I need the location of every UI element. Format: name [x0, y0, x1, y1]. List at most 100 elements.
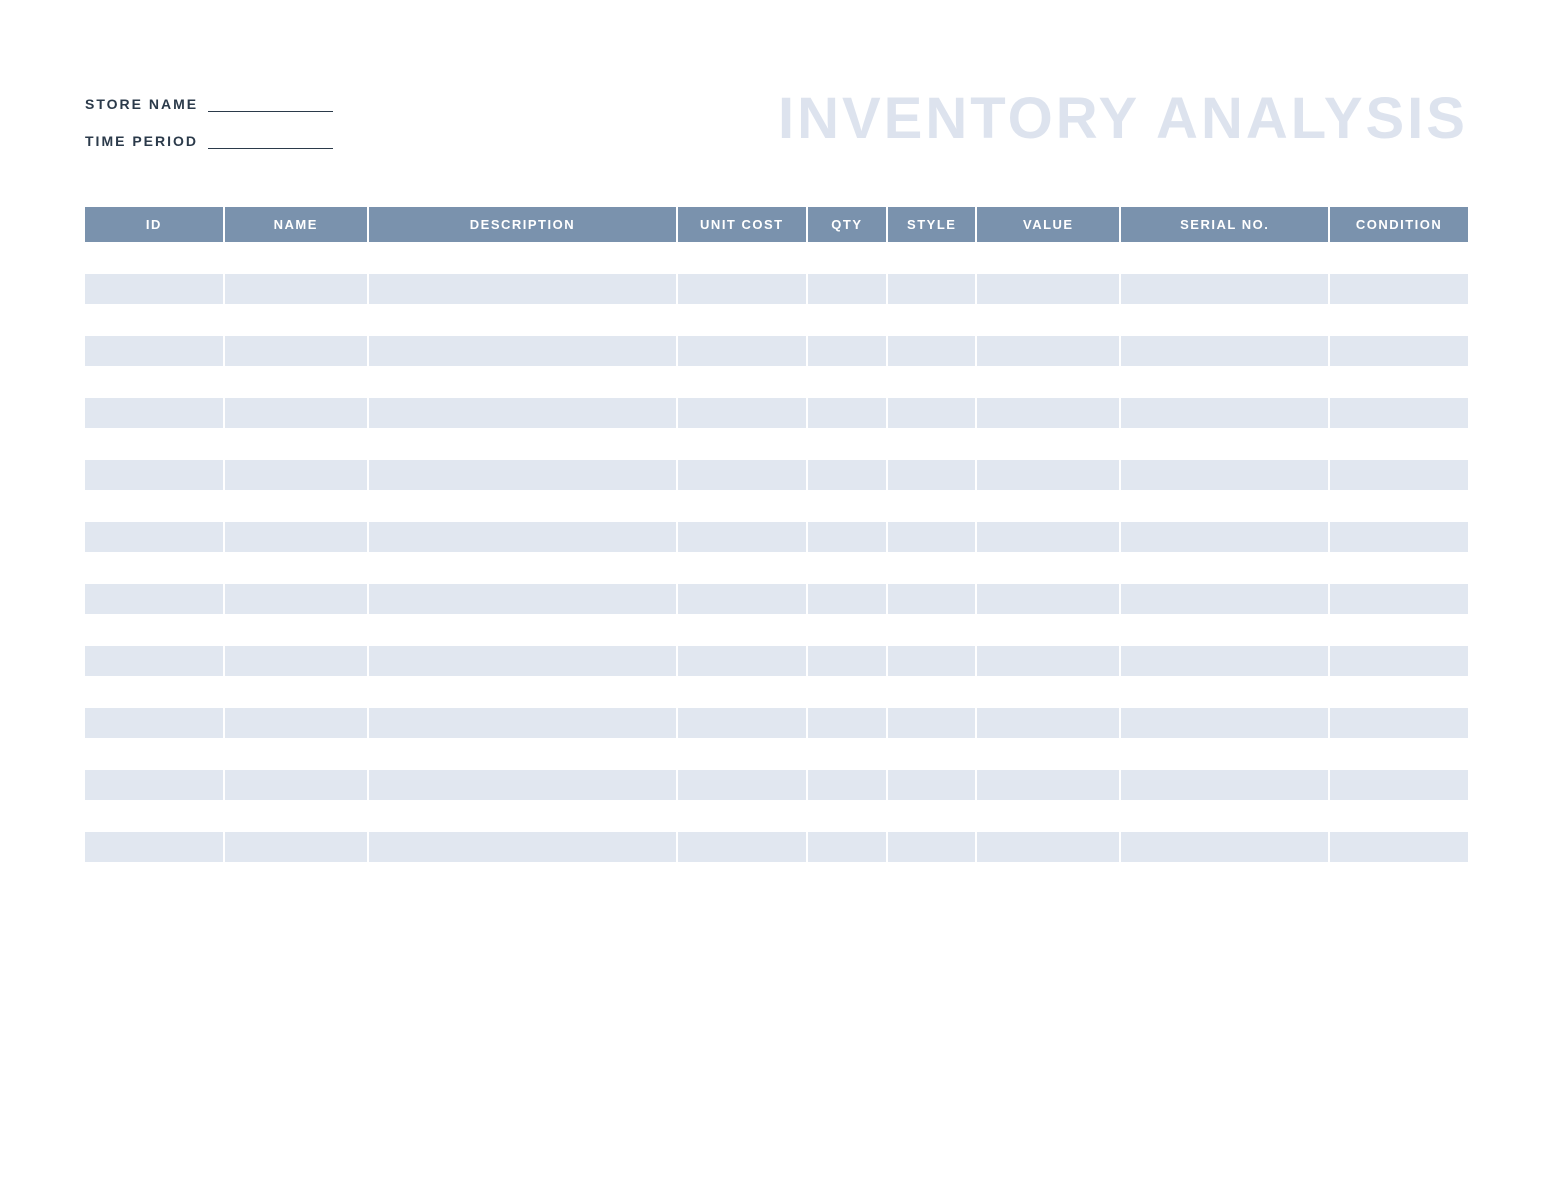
cell-name[interactable] [224, 428, 368, 459]
cell-unit_cost[interactable] [677, 242, 807, 273]
cell-serial_no[interactable] [1120, 645, 1329, 676]
cell-condition[interactable] [1329, 738, 1468, 769]
cell-unit_cost[interactable] [677, 366, 807, 397]
cell-value[interactable] [976, 707, 1120, 738]
cell-unit_cost[interactable] [677, 707, 807, 738]
cell-condition[interactable] [1329, 273, 1468, 304]
cell-condition[interactable] [1329, 459, 1468, 490]
cell-name[interactable] [224, 707, 368, 738]
cell-condition[interactable] [1329, 335, 1468, 366]
cell-unit_cost[interactable] [677, 304, 807, 335]
cell-unit_cost[interactable] [677, 428, 807, 459]
cell-id[interactable] [85, 862, 224, 893]
cell-description[interactable] [368, 831, 677, 862]
cell-unit_cost[interactable] [677, 769, 807, 800]
cell-unit_cost[interactable] [677, 862, 807, 893]
cell-serial_no[interactable] [1120, 676, 1329, 707]
cell-qty[interactable] [807, 304, 888, 335]
cell-condition[interactable] [1329, 366, 1468, 397]
cell-style[interactable] [887, 707, 976, 738]
cell-style[interactable] [887, 335, 976, 366]
cell-style[interactable] [887, 552, 976, 583]
cell-serial_no[interactable] [1120, 490, 1329, 521]
cell-style[interactable] [887, 676, 976, 707]
cell-serial_no[interactable] [1120, 335, 1329, 366]
cell-style[interactable] [887, 769, 976, 800]
cell-unit_cost[interactable] [677, 397, 807, 428]
cell-style[interactable] [887, 614, 976, 645]
cell-serial_no[interactable] [1120, 552, 1329, 583]
cell-description[interactable] [368, 397, 677, 428]
cell-description[interactable] [368, 862, 677, 893]
cell-serial_no[interactable] [1120, 831, 1329, 862]
cell-name[interactable] [224, 273, 368, 304]
cell-description[interactable] [368, 521, 677, 552]
cell-name[interactable] [224, 366, 368, 397]
cell-unit_cost[interactable] [677, 459, 807, 490]
cell-unit_cost[interactable] [677, 676, 807, 707]
cell-value[interactable] [976, 583, 1120, 614]
cell-name[interactable] [224, 769, 368, 800]
cell-serial_no[interactable] [1120, 273, 1329, 304]
cell-condition[interactable] [1329, 800, 1468, 831]
cell-description[interactable] [368, 676, 677, 707]
cell-unit_cost[interactable] [677, 800, 807, 831]
cell-value[interactable] [976, 335, 1120, 366]
cell-style[interactable] [887, 645, 976, 676]
time-period-input[interactable] [208, 130, 333, 149]
cell-id[interactable] [85, 459, 224, 490]
cell-unit_cost[interactable] [677, 273, 807, 304]
cell-unit_cost[interactable] [677, 521, 807, 552]
cell-description[interactable] [368, 490, 677, 521]
cell-value[interactable] [976, 769, 1120, 800]
cell-condition[interactable] [1329, 614, 1468, 645]
cell-description[interactable] [368, 614, 677, 645]
cell-qty[interactable] [807, 366, 888, 397]
cell-description[interactable] [368, 769, 677, 800]
cell-value[interactable] [976, 397, 1120, 428]
cell-name[interactable] [224, 800, 368, 831]
cell-unit_cost[interactable] [677, 335, 807, 366]
cell-serial_no[interactable] [1120, 862, 1329, 893]
cell-id[interactable] [85, 242, 224, 273]
cell-qty[interactable] [807, 273, 888, 304]
cell-serial_no[interactable] [1120, 397, 1329, 428]
cell-condition[interactable] [1329, 676, 1468, 707]
cell-unit_cost[interactable] [677, 614, 807, 645]
cell-id[interactable] [85, 614, 224, 645]
cell-condition[interactable] [1329, 831, 1468, 862]
cell-condition[interactable] [1329, 552, 1468, 583]
cell-serial_no[interactable] [1120, 614, 1329, 645]
cell-style[interactable] [887, 242, 976, 273]
cell-condition[interactable] [1329, 490, 1468, 521]
cell-unit_cost[interactable] [677, 490, 807, 521]
cell-name[interactable] [224, 676, 368, 707]
cell-qty[interactable] [807, 645, 888, 676]
cell-qty[interactable] [807, 583, 888, 614]
cell-name[interactable] [224, 738, 368, 769]
cell-value[interactable] [976, 831, 1120, 862]
cell-condition[interactable] [1329, 769, 1468, 800]
cell-qty[interactable] [807, 769, 888, 800]
cell-description[interactable] [368, 335, 677, 366]
cell-id[interactable] [85, 521, 224, 552]
cell-value[interactable] [976, 676, 1120, 707]
cell-serial_no[interactable] [1120, 304, 1329, 335]
cell-value[interactable] [976, 645, 1120, 676]
cell-description[interactable] [368, 645, 677, 676]
cell-condition[interactable] [1329, 645, 1468, 676]
cell-condition[interactable] [1329, 707, 1468, 738]
cell-style[interactable] [887, 490, 976, 521]
cell-condition[interactable] [1329, 242, 1468, 273]
cell-value[interactable] [976, 304, 1120, 335]
cell-style[interactable] [887, 366, 976, 397]
cell-value[interactable] [976, 552, 1120, 583]
cell-name[interactable] [224, 459, 368, 490]
cell-value[interactable] [976, 366, 1120, 397]
cell-name[interactable] [224, 304, 368, 335]
cell-style[interactable] [887, 304, 976, 335]
cell-unit_cost[interactable] [677, 552, 807, 583]
cell-name[interactable] [224, 490, 368, 521]
cell-description[interactable] [368, 800, 677, 831]
cell-qty[interactable] [807, 490, 888, 521]
